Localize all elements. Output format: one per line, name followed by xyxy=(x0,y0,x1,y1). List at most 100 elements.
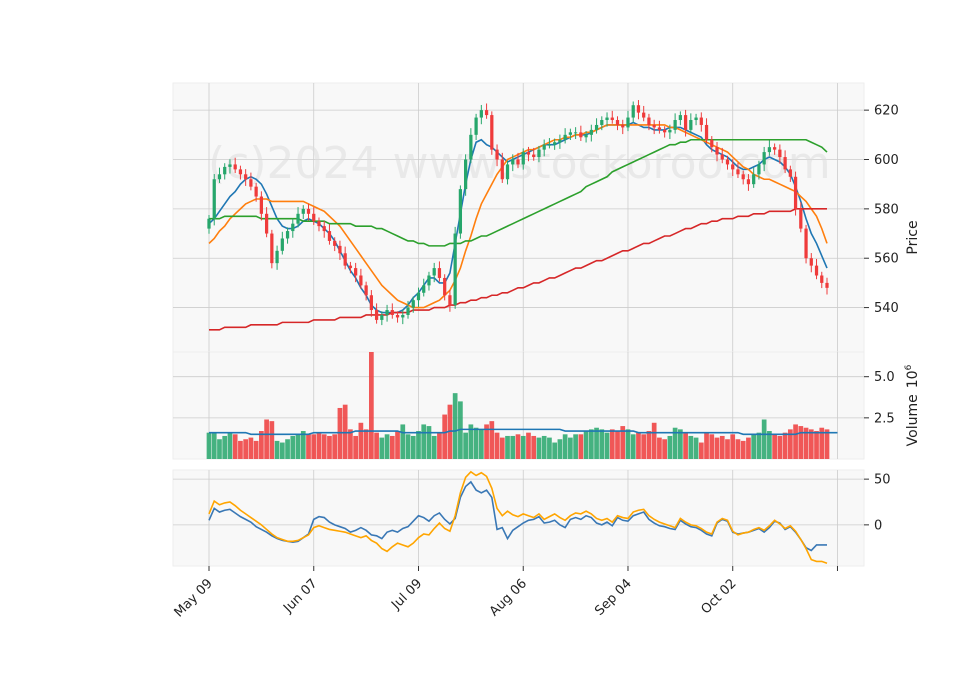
volume-axis-exponent-power: 6 xyxy=(904,364,914,370)
candle-body xyxy=(793,176,798,209)
candle-body xyxy=(741,174,745,180)
volume-bar xyxy=(719,435,725,459)
candle-body xyxy=(385,310,389,315)
candle-body xyxy=(270,233,274,264)
volume-bar xyxy=(437,432,442,459)
volume-bar xyxy=(625,429,631,459)
candle-body xyxy=(553,142,557,145)
volume-bar xyxy=(222,435,228,459)
candle-body xyxy=(223,166,227,175)
volume-bar xyxy=(808,429,814,459)
volume-bar xyxy=(657,437,662,459)
candle-body xyxy=(327,231,332,241)
volume-bar xyxy=(232,434,238,459)
candle-body xyxy=(720,154,724,160)
candle-body xyxy=(804,228,808,259)
volume-bar xyxy=(667,435,673,459)
candle-body xyxy=(322,226,326,232)
volume-bar xyxy=(211,432,217,459)
candle-body xyxy=(731,164,735,170)
x-tick-label: Sep 04 xyxy=(592,576,635,619)
volume-axis-label: Volume 106 xyxy=(904,364,921,446)
x-tick-label: Oct 02 xyxy=(698,576,739,617)
volume-bar xyxy=(431,435,437,459)
candle-body xyxy=(432,268,436,276)
price-axis: 540 560 580 600 620 xyxy=(864,104,899,316)
volume-bar xyxy=(248,437,254,459)
volume-bar xyxy=(824,429,830,459)
date-axis: May 09 Jun 07 Jul 09 Aug 06 Sep 04 Oct 02 xyxy=(172,566,838,620)
candle-body xyxy=(715,147,719,155)
candle-body xyxy=(484,110,489,116)
volume-bar xyxy=(379,437,385,459)
volume-bar xyxy=(206,432,212,459)
candle-body xyxy=(275,250,279,264)
volume-bar xyxy=(395,431,400,459)
candle-body xyxy=(647,117,651,125)
volume-bar xyxy=(227,432,233,459)
candle-body xyxy=(626,117,630,128)
candle-body xyxy=(762,152,766,165)
candle-body xyxy=(207,218,211,229)
volume-bar xyxy=(353,435,359,459)
candle-body xyxy=(364,285,368,296)
volume-bar xyxy=(505,435,510,459)
candle-body xyxy=(573,132,578,134)
volume-bar xyxy=(651,422,657,459)
candle-body xyxy=(516,159,520,165)
volume-bar xyxy=(478,429,484,459)
candle-body xyxy=(610,117,614,121)
volume-bar xyxy=(342,404,348,459)
oscillator-axis: 0 50 xyxy=(864,473,891,533)
volume-bar xyxy=(798,426,804,459)
candle-body xyxy=(657,127,662,130)
volume-bar xyxy=(746,437,751,459)
candle-body xyxy=(249,179,253,187)
candle-body xyxy=(537,149,541,158)
volume-bar xyxy=(693,437,699,459)
volume-bar xyxy=(259,431,264,459)
candle-body xyxy=(773,147,777,150)
oscillator-panel: 0 50 xyxy=(172,469,891,567)
candle-body xyxy=(217,174,222,180)
volume-bar xyxy=(573,434,578,459)
candle-body xyxy=(799,208,803,229)
candle-body xyxy=(615,120,620,125)
volume-bar xyxy=(306,434,311,459)
volume-bar xyxy=(698,442,704,459)
y-tick-label: 50 xyxy=(874,473,891,488)
volume-bar xyxy=(405,434,411,459)
candle-body xyxy=(820,275,824,283)
candle-body xyxy=(500,159,504,180)
candle-body xyxy=(338,245,342,254)
volume-bar xyxy=(416,431,421,459)
candle-body xyxy=(306,208,311,214)
x-tick-label: Aug 06 xyxy=(487,576,530,619)
volume-bar xyxy=(547,437,552,459)
candle-body xyxy=(406,307,410,315)
y-tick-label: 5.0 xyxy=(874,370,895,385)
candle-body xyxy=(652,124,656,128)
volume-bar xyxy=(264,419,269,459)
y-tick-label: 2.5 xyxy=(874,411,895,426)
candle-body xyxy=(547,144,552,146)
candle-body xyxy=(631,105,635,118)
volume-bar xyxy=(520,435,526,459)
oscillator-panel-background xyxy=(172,469,865,567)
volume-bar xyxy=(541,435,547,459)
volume-bar xyxy=(526,432,531,459)
candle-body xyxy=(280,238,284,251)
volume-bar xyxy=(688,435,694,459)
candle-body xyxy=(788,169,792,177)
volume-bar xyxy=(583,431,589,459)
candle-body xyxy=(448,295,452,306)
candle-body xyxy=(369,295,373,311)
volume-bar xyxy=(557,439,563,459)
volume-bar xyxy=(641,434,647,459)
candle-body xyxy=(783,157,787,170)
candle-body xyxy=(212,179,216,219)
volume-bar xyxy=(337,407,343,459)
volume-bar xyxy=(630,434,636,459)
x-tick-label: Jul 09 xyxy=(388,576,425,613)
candle-body xyxy=(663,129,667,133)
